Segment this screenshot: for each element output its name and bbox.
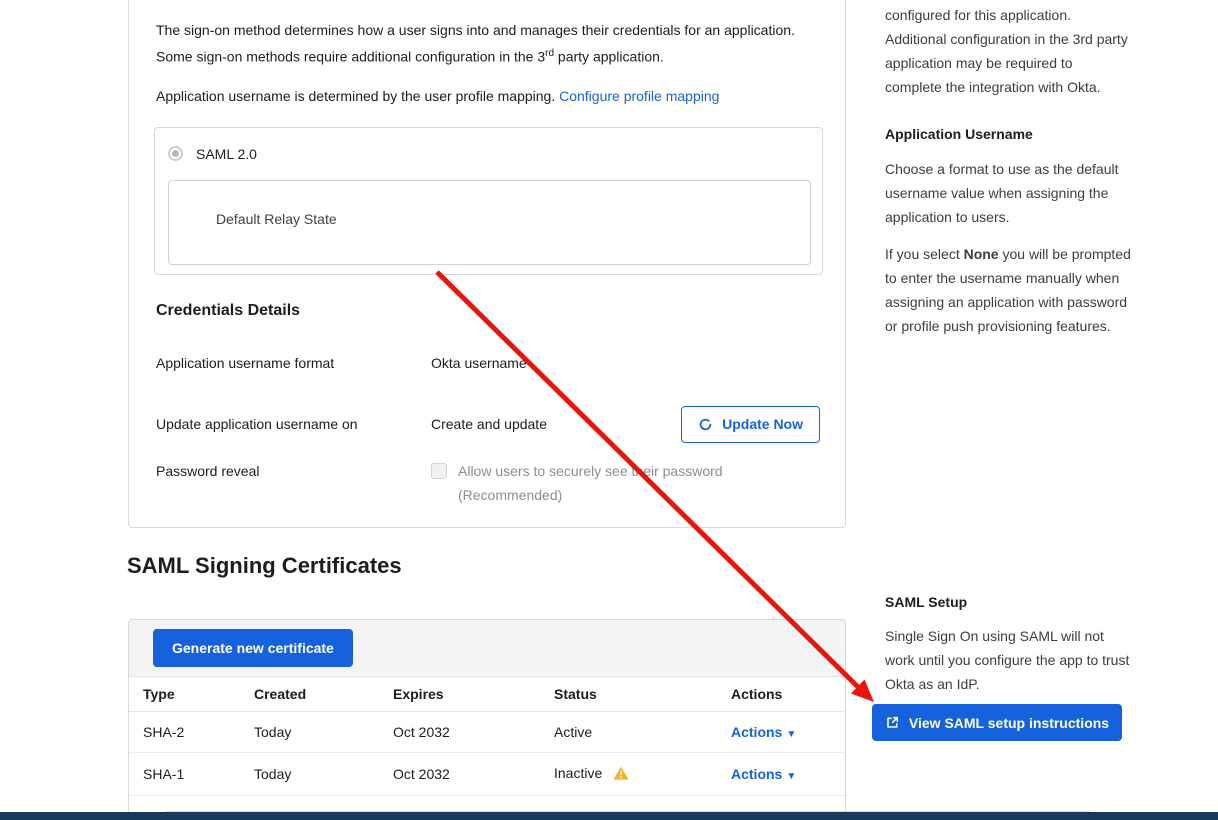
actions-dropdown-sha1[interactable]: Actions▼ (731, 766, 796, 782)
sidebar-overflow-paragraph: configured for this application. Additio… (885, 3, 1131, 99)
app-username-format-value: Okta username (431, 351, 527, 375)
password-reveal-option: Allow users to securely see their passwo… (431, 459, 723, 507)
saml-setup-heading: SAML Setup (885, 590, 1137, 614)
view-saml-setup-label: View SAML setup instructions (909, 715, 1109, 731)
cell-type: SHA-2 (129, 712, 254, 753)
configure-profile-mapping-link[interactable]: Configure profile mapping (559, 88, 719, 104)
credentials-details-heading: Credentials Details (156, 302, 820, 320)
cell-created: Today (254, 712, 393, 753)
password-reveal-checkbox[interactable] (431, 463, 447, 479)
column-header-status: Status (554, 677, 731, 712)
column-header-created: Created (254, 677, 393, 712)
table-row-sha2: SHA-2 Today Oct 2032 Active Actions▼ (129, 712, 845, 753)
password-reveal-label: Password reveal (156, 459, 431, 483)
external-link-icon (885, 715, 900, 730)
cell-expires: Oct 2032 (393, 753, 554, 796)
column-header-type: Type (129, 677, 254, 712)
application-username-heading: Application Username (885, 122, 1131, 146)
cell-created: Today (254, 753, 393, 796)
generate-new-certificate-button[interactable]: Generate new certificate (153, 629, 353, 667)
password-reveal-checkbox-text: Allow users to securely see their passwo… (458, 459, 723, 507)
footer-bar (0, 812, 1218, 820)
saml-radio-button[interactable] (168, 146, 183, 161)
update-username-value: Create and update (431, 412, 547, 436)
saml-settings-panel: Default Relay State (168, 180, 811, 265)
application-username-paragraph-1: Choose a format to use as the default us… (885, 157, 1131, 229)
cell-expires: Oct 2032 (393, 712, 554, 753)
sign-on-settings-page: The sign-on method determines how a user… (0, 0, 1218, 820)
refresh-icon (698, 417, 713, 432)
sign-on-methods-card: The sign-on method determines how a user… (128, 0, 846, 528)
saml-setup-sidebar: SAML Setup Single Sign On using SAML wil… (885, 590, 1137, 741)
column-header-actions: Actions (731, 677, 845, 712)
update-now-button[interactable]: Update Now (681, 406, 820, 443)
default-relay-state-label: Default Relay State (216, 211, 337, 227)
saml-radio-label: SAML 2.0 (196, 146, 257, 162)
certificates-toolbar: Generate new certificate (129, 620, 845, 677)
saml-setup-body: Single Sign On using SAML will not work … (885, 624, 1137, 696)
caret-down-icon: ▼ (786, 729, 796, 740)
application-username-paragraph-2: If you select None you will be prompted … (885, 242, 1131, 338)
help-sidebar: configured for this application. Additio… (885, 3, 1131, 338)
actions-dropdown-sha2[interactable]: Actions▼ (731, 724, 796, 740)
profile-mapping-text: Application username is determined by th… (156, 88, 559, 104)
cell-type: SHA-1 (129, 753, 254, 796)
warning-icon (609, 767, 629, 783)
column-header-expires: Expires (393, 677, 554, 712)
view-saml-setup-instructions-button[interactable]: View SAML setup instructions (872, 704, 1122, 741)
cell-status: Active (554, 712, 731, 753)
app-username-format-row: Application username format Okta usernam… (156, 351, 820, 375)
caret-down-icon: ▼ (786, 771, 796, 782)
certificates-table: Type Created Expires Status Actions SHA-… (129, 677, 845, 796)
profile-mapping-note: Application username is determined by th… (156, 84, 820, 108)
intro-text-tail: party application. (554, 49, 664, 65)
table-row-sha1: SHA-1 Today Oct 2032 Inactive Actions▼ (129, 753, 845, 796)
password-reveal-row: Password reveal Allow users to securely … (156, 459, 820, 507)
update-username-row: Update application username on Create an… (156, 412, 820, 443)
saml-method-box: SAML 2.0 Default Relay State (154, 127, 823, 275)
app-username-format-label: Application username format (156, 351, 431, 375)
certificates-card: Generate new certificate Type Created Ex… (128, 619, 846, 813)
none-emphasis: None (964, 246, 999, 262)
saml-radio-row: SAML 2.0 (168, 144, 809, 164)
certificates-table-header-row: Type Created Expires Status Actions (129, 677, 845, 712)
update-username-label: Update application username on (156, 412, 431, 436)
saml-signing-certificates-heading: SAML Signing Certificates (127, 553, 402, 579)
intro-text: The sign-on method determines how a user… (156, 22, 795, 65)
ordinal-superscript: rd (545, 48, 554, 59)
update-now-label: Update Now (722, 416, 803, 432)
cell-status: Inactive (554, 753, 731, 796)
sign-on-method-description: The sign-on method determines how a user… (156, 18, 801, 69)
